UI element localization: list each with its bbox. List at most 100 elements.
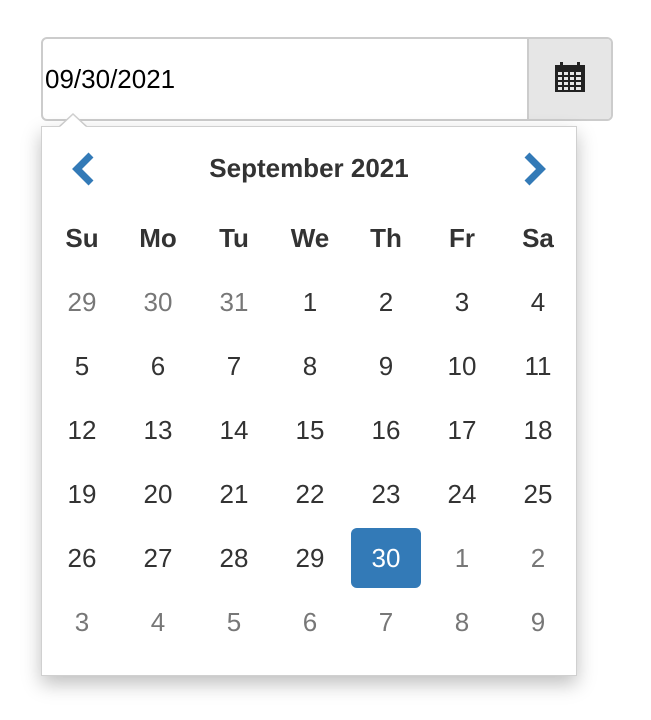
day-number: 1 bbox=[302, 287, 318, 317]
day-number: 9 bbox=[378, 351, 394, 381]
picker-caret bbox=[60, 115, 86, 127]
day-cell[interactable]: 4 bbox=[500, 270, 576, 334]
day-number: 28 bbox=[219, 543, 249, 573]
day-number: 21 bbox=[219, 479, 249, 509]
weekday-header: Sa bbox=[522, 222, 554, 253]
day-cell[interactable]: 28 bbox=[196, 526, 272, 590]
date-input[interactable] bbox=[43, 39, 527, 119]
day-cell[interactable]: 18 bbox=[500, 398, 576, 462]
day-number: 4 bbox=[150, 607, 166, 637]
day-number: 10 bbox=[447, 351, 477, 381]
day-cell[interactable]: 13 bbox=[120, 398, 196, 462]
weekday-header: Tu bbox=[219, 222, 249, 253]
day-cell[interactable]: 14 bbox=[196, 398, 272, 462]
week-row: 26 27 28 29 30 1 2 bbox=[44, 526, 576, 590]
day-cell[interactable]: 16 bbox=[348, 398, 424, 462]
weekday-header: We bbox=[290, 222, 330, 253]
day-cell[interactable]: 5 bbox=[44, 334, 120, 398]
calendar-grid: Su Mo Tu We Th Fr Sa 29 30 31 1 2 3 4 5 6 7 8 9 10 11… bbox=[44, 206, 576, 654]
day-cell-other-month[interactable]: 5 bbox=[196, 590, 272, 654]
day-cell[interactable]: 29 bbox=[272, 526, 348, 590]
day-number: 20 bbox=[143, 479, 173, 509]
day-cell[interactable]: 23 bbox=[348, 462, 424, 526]
weekday-header: Su bbox=[65, 222, 99, 253]
day-number: 6 bbox=[150, 351, 166, 381]
day-number: 7 bbox=[226, 351, 242, 381]
day-number: 2 bbox=[378, 287, 394, 317]
day-number: 29 bbox=[67, 287, 97, 317]
calendar-button[interactable] bbox=[527, 39, 611, 119]
day-cell[interactable]: 24 bbox=[424, 462, 500, 526]
day-number: 31 bbox=[219, 287, 249, 317]
chevron-left-icon bbox=[69, 152, 99, 191]
day-cell-other-month[interactable]: 8 bbox=[424, 590, 500, 654]
day-number: 26 bbox=[67, 543, 97, 573]
day-number: 3 bbox=[74, 607, 90, 637]
day-cell[interactable]: 12 bbox=[44, 398, 120, 462]
day-cell[interactable]: 11 bbox=[500, 334, 576, 398]
week-row: 5 6 7 8 9 10 11 bbox=[44, 334, 576, 398]
day-cell-other-month[interactable]: 1 bbox=[424, 526, 500, 590]
week-row: 3 4 5 6 7 8 9 bbox=[44, 590, 576, 654]
day-number: 22 bbox=[295, 479, 325, 509]
day-cell[interactable]: 17 bbox=[424, 398, 500, 462]
day-cell[interactable]: 10 bbox=[424, 334, 500, 398]
day-cell[interactable]: 15 bbox=[272, 398, 348, 462]
day-cell[interactable]: 2 bbox=[348, 270, 424, 334]
day-cell-other-month[interactable]: 31 bbox=[196, 270, 272, 334]
day-cell[interactable]: 9 bbox=[348, 334, 424, 398]
day-cell-other-month[interactable]: 3 bbox=[44, 590, 120, 654]
day-number: 14 bbox=[219, 415, 249, 445]
day-number: 19 bbox=[67, 479, 97, 509]
day-cell[interactable]: 19 bbox=[44, 462, 120, 526]
day-number: 16 bbox=[371, 415, 401, 445]
day-cell-other-month[interactable]: 9 bbox=[500, 590, 576, 654]
day-cell-other-month[interactable]: 30 bbox=[120, 270, 196, 334]
day-number: 30 bbox=[351, 528, 421, 588]
day-number: 24 bbox=[447, 479, 477, 509]
calendar-icon bbox=[554, 61, 586, 98]
day-number: 8 bbox=[454, 607, 470, 637]
weekday-header: Th bbox=[370, 222, 402, 253]
day-cell[interactable]: 7 bbox=[196, 334, 272, 398]
day-number: 5 bbox=[74, 351, 90, 381]
prev-month-button[interactable] bbox=[59, 147, 109, 195]
day-cell[interactable]: 20 bbox=[120, 462, 196, 526]
day-cell-other-month[interactable]: 4 bbox=[120, 590, 196, 654]
day-cell[interactable]: 27 bbox=[120, 526, 196, 590]
day-cell-other-month[interactable]: 29 bbox=[44, 270, 120, 334]
day-cell[interactable]: 25 bbox=[500, 462, 576, 526]
week-row: 29 30 31 1 2 3 4 bbox=[44, 270, 576, 334]
day-cell-other-month[interactable]: 6 bbox=[272, 590, 348, 654]
weekday-header: Fr bbox=[449, 222, 475, 253]
day-number: 1 bbox=[454, 543, 470, 573]
day-number: 25 bbox=[523, 479, 553, 509]
day-number: 13 bbox=[143, 415, 173, 445]
day-cell[interactable]: 6 bbox=[120, 334, 196, 398]
weekday-header-row: Su Mo Tu We Th Fr Sa bbox=[44, 206, 576, 270]
next-month-button[interactable] bbox=[509, 147, 559, 195]
day-number: 7 bbox=[378, 607, 394, 637]
day-number: 8 bbox=[302, 351, 318, 381]
day-cell-other-month[interactable]: 7 bbox=[348, 590, 424, 654]
day-number: 9 bbox=[530, 607, 546, 637]
day-cell[interactable]: 22 bbox=[272, 462, 348, 526]
day-number: 15 bbox=[295, 415, 325, 445]
day-cell[interactable]: 1 bbox=[272, 270, 348, 334]
datepicker-dropdown: September 2021 Su Mo Tu We Th Fr Sa 29 30… bbox=[41, 126, 577, 676]
day-cell[interactable]: 3 bbox=[424, 270, 500, 334]
month-title[interactable]: September 2021 bbox=[152, 153, 466, 184]
day-number: 6 bbox=[302, 607, 318, 637]
week-row: 19 20 21 22 23 24 25 bbox=[44, 462, 576, 526]
day-number: 4 bbox=[530, 287, 546, 317]
day-cell-selected[interactable]: 30 bbox=[348, 526, 424, 590]
day-cell[interactable]: 21 bbox=[196, 462, 272, 526]
day-cell-other-month[interactable]: 2 bbox=[500, 526, 576, 590]
date-input-group bbox=[41, 37, 613, 121]
day-number: 30 bbox=[143, 287, 173, 317]
day-cell[interactable]: 26 bbox=[44, 526, 120, 590]
day-number: 12 bbox=[67, 415, 97, 445]
day-number: 2 bbox=[530, 543, 546, 573]
weekday-header: Mo bbox=[139, 222, 177, 253]
day-cell[interactable]: 8 bbox=[272, 334, 348, 398]
